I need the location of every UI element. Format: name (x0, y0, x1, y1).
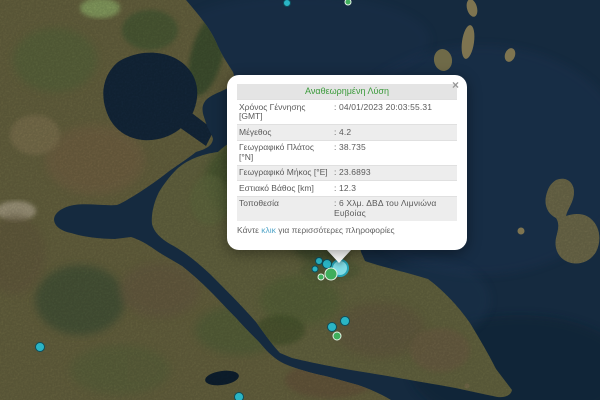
close-icon[interactable]: × (452, 79, 459, 91)
earthquake-map-app: × Αναθεωρημένη Λύση Χρόνος Γέννησης [GMT… (0, 0, 600, 400)
earthquake-marker[interactable] (325, 268, 338, 281)
table-row: Τοποθεσία : 6 Χλμ. ΔΒΔ του Λιμνιώνα Ευβο… (237, 196, 457, 221)
earthquake-marker[interactable] (312, 266, 319, 273)
earthquake-info-table: Χρόνος Γέννησης [GMT] : 04/01/2023 20:03… (237, 99, 457, 221)
table-row: Εστιακό Βάθος [km] : 12.3 (237, 180, 457, 196)
popup-title: Αναθεωρημένη Λύση (237, 84, 457, 99)
more-info-link[interactable]: κλικ (261, 225, 276, 235)
info-row-value: : 4.2 (332, 125, 457, 140)
table-row: Γεωγραφικό Μήκος [°E] : 23.6893 (237, 165, 457, 181)
info-row-label: Γεωγραφικό Πλάτος [°N] (237, 141, 332, 165)
earthquake-info-popup: × Αναθεωρημένη Λύση Χρόνος Γέννησης [GMT… (227, 75, 467, 250)
table-row: Γεωγραφικό Πλάτος [°N] : 38.735 (237, 140, 457, 165)
info-row-label: Εστιακό Βάθος [km] (237, 181, 332, 196)
info-row-label: Τοποθεσία (237, 197, 332, 221)
table-row: Χρόνος Γέννησης [GMT] : 04/01/2023 20:03… (237, 99, 457, 124)
info-row-value: : 38.735 (332, 141, 457, 165)
info-row-value: : 6 Χλμ. ΔΒΔ του Λιμνιώνα Ευβοίας (332, 197, 457, 221)
popup-tail (326, 249, 352, 263)
earthquake-marker[interactable] (234, 392, 244, 400)
info-row-value: : 23.6893 (332, 166, 457, 181)
earthquake-marker[interactable] (318, 274, 325, 281)
earthquake-marker[interactable] (327, 322, 337, 332)
earthquake-marker[interactable] (283, 0, 291, 7)
popup-footer: Κάντε κλικ για περισσότερες πληροφορίες (237, 221, 457, 236)
table-row: Μέγεθος : 4.2 (237, 124, 457, 140)
info-row-label: Γεωγραφικό Μήκος [°E] (237, 166, 332, 181)
earthquake-marker[interactable] (333, 332, 342, 341)
info-row-value: : 04/01/2023 20:03:55.31 (332, 100, 457, 124)
info-row-value: : 12.3 (332, 181, 457, 196)
info-row-label: Χρόνος Γέννησης [GMT] (237, 100, 332, 124)
earthquake-marker[interactable] (340, 316, 350, 326)
earthquake-marker[interactable] (345, 0, 352, 6)
info-row-label: Μέγεθος (237, 125, 332, 140)
footer-text-suffix: για περισσότερες πληροφορίες (276, 225, 395, 235)
earthquake-marker[interactable] (35, 342, 45, 352)
footer-text-prefix: Κάντε (237, 225, 261, 235)
